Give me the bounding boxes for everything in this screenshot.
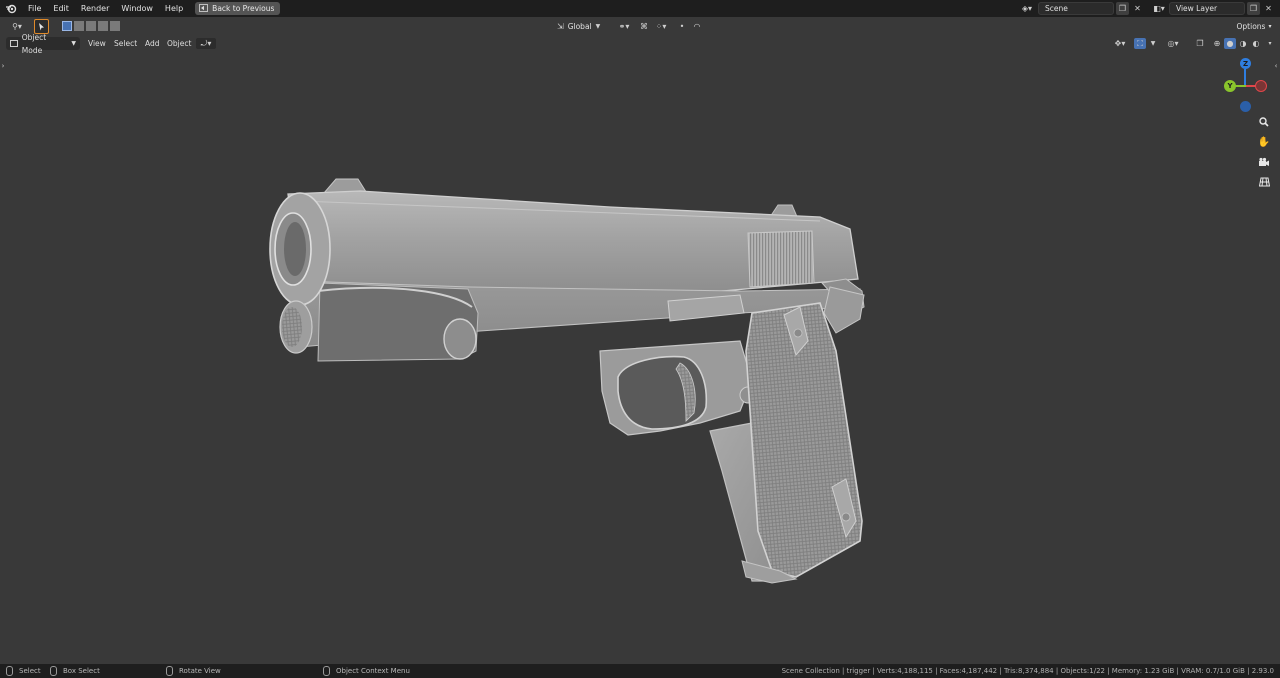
- menu-file[interactable]: File: [22, 0, 47, 17]
- falloff-icon[interactable]: ◠: [690, 20, 704, 32]
- selection-mode-group[interactable]: [59, 20, 123, 32]
- object-mode-icon: [10, 40, 18, 47]
- scene-selector[interactable]: ◈▾ Scene ❐ ✕: [1016, 1, 1144, 16]
- rendered-shading-icon[interactable]: ◐: [1250, 38, 1262, 49]
- snap-target-icon[interactable]: ⁘▾: [651, 20, 671, 32]
- 3d-viewport[interactable]: › ‹ Z Y ✋: [0, 51, 1280, 664]
- grid-ortho-icon[interactable]: [1255, 173, 1273, 191]
- toggle-xray-icon[interactable]: ❐: [1194, 38, 1206, 49]
- muzzle-bore: [284, 222, 306, 276]
- status-context-menu-label: Object Context Menu: [336, 667, 410, 675]
- mouse-right-icon: [323, 666, 330, 676]
- status-context-menu: Object Context Menu: [323, 666, 410, 676]
- z-axis-label: Z: [1242, 59, 1249, 68]
- select-new-icon[interactable]: [62, 21, 72, 31]
- camera-icon[interactable]: [1255, 153, 1273, 171]
- solid-shading-icon[interactable]: ●: [1224, 38, 1236, 49]
- top-menu-bar: File Edit Render Window Help Back to Pre…: [0, 0, 1280, 17]
- status-select-label: Select: [19, 667, 41, 675]
- mouse-drag-icon: [50, 666, 57, 676]
- delete-scene-icon[interactable]: ✕: [1131, 2, 1144, 15]
- back-arrow-icon: [199, 3, 209, 14]
- orientation-icon: ⇲: [557, 21, 564, 31]
- menu-select[interactable]: Select: [109, 37, 142, 50]
- select-extend-icon[interactable]: [74, 21, 84, 31]
- mouse-left-icon: [6, 666, 13, 676]
- view-layer-selector[interactable]: ◧▾ View Layer ❐ ✕: [1149, 1, 1275, 16]
- status-rotate-view-label: Rotate View: [179, 667, 221, 675]
- grip-screw-bottom: [841, 512, 851, 522]
- x-axis-negative-icon[interactable]: [1255, 80, 1267, 92]
- proportional-edit-icon[interactable]: •: [677, 20, 687, 32]
- grip-safety: [823, 286, 865, 334]
- zoom-icon[interactable]: [1255, 113, 1273, 131]
- chevron-down-icon: ▼: [595, 22, 601, 30]
- menu-object[interactable]: Object: [162, 37, 196, 50]
- tool-settings-header: ⚲▾ ⇲ Global ▼ ⚭▾ ⌘ ⁘▾ • ◠ Options ▾: [0, 17, 1280, 35]
- options-label: Options: [1236, 21, 1266, 31]
- select-subtract-icon[interactable]: [86, 21, 96, 31]
- select-invert-icon[interactable]: [98, 21, 108, 31]
- y-axis-label: Y: [1227, 82, 1233, 90]
- select-intersect-icon[interactable]: [110, 21, 120, 31]
- pivot-point-icon[interactable]: ⚭▾: [615, 20, 633, 32]
- shading-options-icon[interactable]: ▾: [1264, 38, 1276, 49]
- menu-window[interactable]: Window: [115, 0, 159, 17]
- object-mode-dropdown[interactable]: Object Mode ▼: [6, 33, 80, 55]
- back-to-previous-button[interactable]: Back to Previous: [195, 2, 281, 15]
- back-label: Back to Previous: [212, 4, 275, 13]
- view-layer-icon: ◧▾: [1153, 4, 1165, 13]
- snap-toggle-icon[interactable]: ⌘: [638, 20, 650, 32]
- grip-screw-top: [793, 328, 803, 338]
- status-box-select-label: Box Select: [63, 667, 100, 675]
- show-gizmo-icon[interactable]: ✥▾: [1110, 38, 1130, 49]
- orientation-label: Global: [567, 21, 592, 31]
- delete-view-layer-icon[interactable]: ✕: [1262, 2, 1275, 15]
- menu-edit[interactable]: Edit: [47, 0, 75, 17]
- transform-orientation-dropdown[interactable]: ⇲ Global ▼: [557, 20, 613, 32]
- xray-icon[interactable]: ◎▾: [1163, 38, 1183, 49]
- status-box-select: Box Select: [50, 666, 100, 676]
- recoil-plug-knurl: [282, 307, 302, 347]
- y-axis-icon[interactable]: Y: [1224, 80, 1236, 92]
- new-view-layer-icon[interactable]: ❐: [1247, 2, 1260, 15]
- status-bar: Select Box Select Rotate View Object Con…: [0, 664, 1280, 678]
- material-preview-icon[interactable]: ◑: [1237, 38, 1249, 49]
- barrel-bushing: [443, 318, 477, 360]
- chevron-down-icon: ▼: [71, 40, 76, 47]
- pistol-model[interactable]: [0, 51, 1280, 664]
- transform-affect-icon[interactable]: ⤾▾: [196, 38, 216, 49]
- view-layer-name-field[interactable]: View Layer: [1169, 2, 1245, 15]
- overlay-toggle-icon[interactable]: ⛶: [1134, 38, 1146, 49]
- chevron-down-icon[interactable]: ▼: [1148, 38, 1158, 49]
- slide-serrations: [747, 230, 815, 288]
- wireframe-shading-icon[interactable]: ⊕: [1211, 38, 1223, 49]
- hand-pan-icon[interactable]: ✋: [1255, 133, 1273, 151]
- chevron-down-icon: ▾: [1268, 22, 1272, 30]
- menu-view[interactable]: View: [83, 37, 111, 50]
- new-scene-icon[interactable]: ❐: [1116, 2, 1129, 15]
- status-select: Select: [6, 666, 41, 676]
- menu-render[interactable]: Render: [75, 0, 115, 17]
- scene-name-field[interactable]: Scene: [1038, 2, 1114, 15]
- scene-statistics: Scene Collection | trigger | Verts:4,188…: [781, 667, 1274, 675]
- z-axis-icon[interactable]: Z: [1240, 58, 1251, 69]
- options-dropdown[interactable]: Options ▾: [1232, 20, 1276, 32]
- status-rotate-view: Rotate View: [166, 666, 221, 676]
- menu-help[interactable]: Help: [159, 0, 189, 17]
- mouse-middle-icon: [166, 666, 173, 676]
- z-axis-line: [1244, 69, 1246, 85]
- blender-logo-icon[interactable]: [0, 0, 22, 17]
- menu-add[interactable]: Add: [140, 37, 165, 50]
- viewport-header: Object Mode ▼ View Select Add Object ⤾▾ …: [0, 33, 1280, 55]
- neg-z-axis-icon[interactable]: [1240, 101, 1251, 112]
- scene-icon: ◈▾: [1021, 4, 1033, 13]
